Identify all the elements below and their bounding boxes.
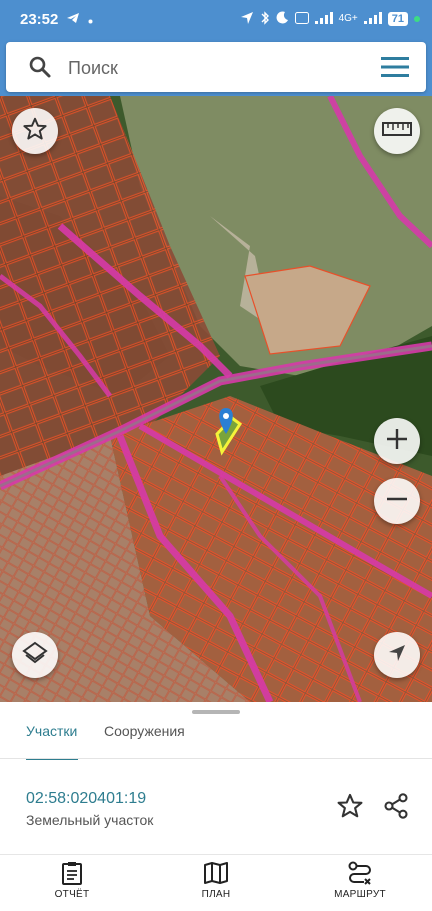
- sheet-drag-handle[interactable]: [192, 710, 240, 714]
- my-location-button[interactable]: [374, 632, 420, 678]
- bottom-navigation: ОТЧЁТ ПЛАН МАРШРУТ: [0, 854, 432, 911]
- menu-button[interactable]: [380, 55, 410, 79]
- nav-report[interactable]: ОТЧЁТ: [22, 861, 122, 900]
- notification-dot-icon: [88, 11, 93, 28]
- ruler-button[interactable]: [374, 108, 420, 154]
- ruler-icon: [382, 121, 412, 142]
- battery-level: 71: [387, 12, 408, 26]
- nav-report-label: ОТЧЁТ: [54, 889, 90, 900]
- map-icon: [166, 861, 266, 885]
- volte-icon: [294, 11, 309, 27]
- favorite-parcel-button[interactable]: [336, 792, 366, 822]
- charging-dot-icon: [414, 16, 420, 22]
- parcel-cadastral-number[interactable]: 02:58:020401:19: [26, 790, 146, 808]
- favorites-button[interactable]: [12, 108, 58, 154]
- tab-divider: [0, 758, 432, 759]
- minus-icon: [384, 486, 410, 517]
- search-bar-container: [0, 38, 432, 96]
- search-input[interactable]: [66, 52, 360, 84]
- location-icon: [240, 11, 254, 28]
- search-icon[interactable]: [28, 55, 52, 84]
- map-view[interactable]: [0, 96, 432, 702]
- do-not-disturb-icon: [276, 11, 289, 27]
- signal-icon: [314, 11, 333, 27]
- bottom-sheet: Участки Сооружения 02:58:020401:19 Земел…: [0, 702, 432, 854]
- nav-plan[interactable]: ПЛАН: [166, 861, 266, 900]
- share-icon: [382, 793, 410, 824]
- nav-route-label: МАРШРУТ: [334, 889, 386, 900]
- layers-icon: [22, 640, 48, 671]
- telegram-icon: [66, 11, 80, 28]
- plus-icon: [384, 426, 410, 457]
- navigation-arrow-icon: [386, 642, 408, 669]
- star-outline-icon: [336, 793, 364, 824]
- sheet-tabs: Участки Сооружения: [0, 720, 432, 760]
- satellite-map[interactable]: [0, 96, 432, 702]
- star-icon: [22, 116, 48, 147]
- signal-icon-2: [363, 11, 382, 27]
- hamburger-menu-icon: [380, 57, 410, 83]
- status-bar: 23:52 4G+ 71: [0, 0, 432, 38]
- layers-button[interactable]: [12, 632, 58, 678]
- zoom-in-button[interactable]: [374, 418, 420, 464]
- status-time: 23:52: [20, 10, 59, 28]
- nav-route[interactable]: МАРШРУТ: [310, 861, 410, 900]
- nav-plan-label: ПЛАН: [201, 889, 231, 900]
- parcel-type: Земельный участок: [26, 812, 154, 828]
- network-type: 4G+: [338, 13, 358, 24]
- tab-buildings[interactable]: Сооружения: [104, 720, 185, 758]
- route-icon: [310, 861, 410, 885]
- share-button[interactable]: [382, 792, 412, 822]
- bluetooth-icon: [260, 10, 270, 28]
- clipboard-icon: [22, 861, 122, 885]
- search-bar: [6, 42, 426, 92]
- tab-parcels[interactable]: Участки: [26, 720, 78, 760]
- zoom-out-button[interactable]: [374, 478, 420, 524]
